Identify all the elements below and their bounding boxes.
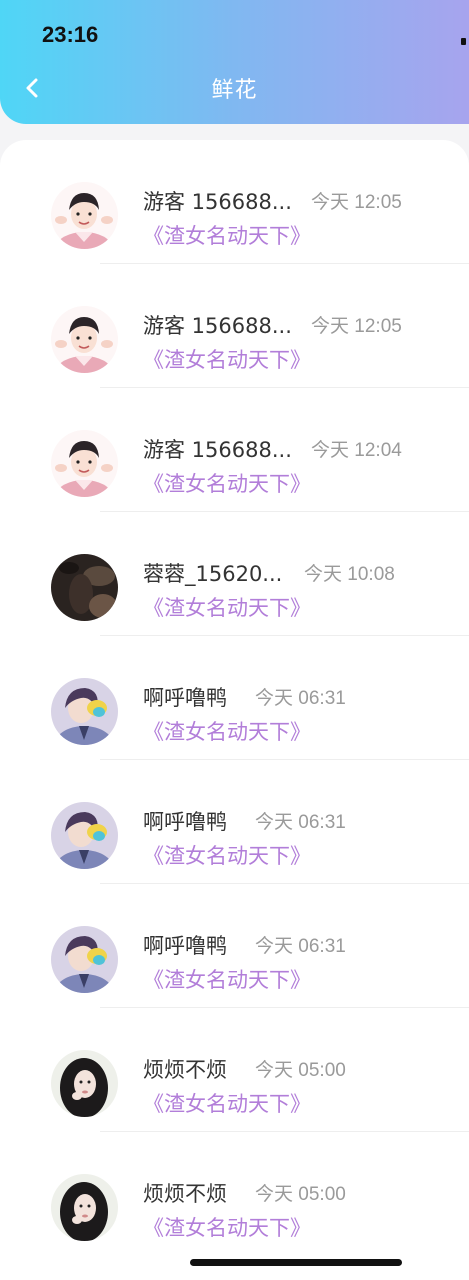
sent-time: 今天 06:31 <box>255 688 346 709</box>
sender-name: 蓉蓉_15620... <box>143 562 283 586</box>
flower-list: 游客 156688... 今天 12:05 《渣女名动天下》 游客 156688… <box>0 140 469 1280</box>
book-title[interactable]: 《渣女名动天下》 <box>143 592 311 622</box>
avatar[interactable] <box>51 554 118 621</box>
home-indicator[interactable] <box>190 1259 402 1266</box>
list-item[interactable]: 游客 156688... 今天 12:05 《渣女名动天下》 <box>0 140 469 264</box>
book-title[interactable]: 《渣女名动天下》 <box>143 344 311 374</box>
avatar[interactable] <box>51 430 118 497</box>
sender-name: 游客 156688... <box>143 190 292 214</box>
sender-name: 烦烦不烦 <box>143 1182 227 1206</box>
avatar[interactable] <box>51 678 118 745</box>
sent-time: 今天 12:04 <box>311 440 402 461</box>
sender-name: 游客 156688... <box>143 314 292 338</box>
sent-time: 今天 05:00 <box>255 1060 346 1081</box>
status-indicator <box>461 38 466 45</box>
list-item[interactable]: 啊呼噜鸭 今天 06:31 《渣女名动天下》 <box>0 636 469 760</box>
sender-name: 啊呼噜鸭 <box>143 934 227 958</box>
header-bar: 23:16 鲜花 <box>0 0 469 124</box>
sent-time: 今天 05:00 <box>255 1184 346 1205</box>
sent-time: 今天 12:05 <box>311 192 402 213</box>
book-title[interactable]: 《渣女名动天下》 <box>143 1212 311 1242</box>
sent-time: 今天 10:08 <box>304 564 395 585</box>
avatar[interactable] <box>51 1050 118 1117</box>
avatar[interactable] <box>51 306 118 373</box>
list-item[interactable]: 蓉蓉_15620... 今天 10:08 《渣女名动天下》 <box>0 512 469 636</box>
list-item[interactable]: 烦烦不烦 今天 05:00 《渣女名动天下》 <box>0 1008 469 1132</box>
avatar[interactable] <box>51 802 118 869</box>
avatar[interactable] <box>51 1174 118 1241</box>
list-item[interactable]: 游客 156688... 今天 12:05 《渣女名动天下》 <box>0 264 469 388</box>
book-title[interactable]: 《渣女名动天下》 <box>143 964 311 994</box>
avatar[interactable] <box>51 182 118 249</box>
book-title[interactable]: 《渣女名动天下》 <box>143 716 311 746</box>
sender-name: 游客 156688... <box>143 438 292 462</box>
avatar[interactable] <box>51 926 118 993</box>
sender-name: 啊呼噜鸭 <box>143 810 227 834</box>
sender-name: 啊呼噜鸭 <box>143 686 227 710</box>
sent-time: 今天 12:05 <box>311 316 402 337</box>
list-item[interactable]: 烦烦不烦 今天 05:00 《渣女名动天下》 <box>0 1132 469 1256</box>
list-item[interactable]: 游客 156688... 今天 12:04 《渣女名动天下》 <box>0 388 469 512</box>
list-item[interactable]: 啊呼噜鸭 今天 06:31 《渣女名动天下》 <box>0 884 469 1008</box>
book-title[interactable]: 《渣女名动天下》 <box>143 220 311 250</box>
book-title[interactable]: 《渣女名动天下》 <box>143 1088 311 1118</box>
page-title: 鲜花 <box>211 78 258 103</box>
sender-name: 烦烦不烦 <box>143 1058 227 1082</box>
sent-time: 今天 06:31 <box>255 936 346 957</box>
book-title[interactable]: 《渣女名动天下》 <box>143 468 311 498</box>
sent-time: 今天 06:31 <box>255 812 346 833</box>
book-title[interactable]: 《渣女名动天下》 <box>143 840 311 870</box>
list-item[interactable]: 啊呼噜鸭 今天 06:31 《渣女名动天下》 <box>0 760 469 884</box>
status-time: 23:16 <box>42 22 99 47</box>
